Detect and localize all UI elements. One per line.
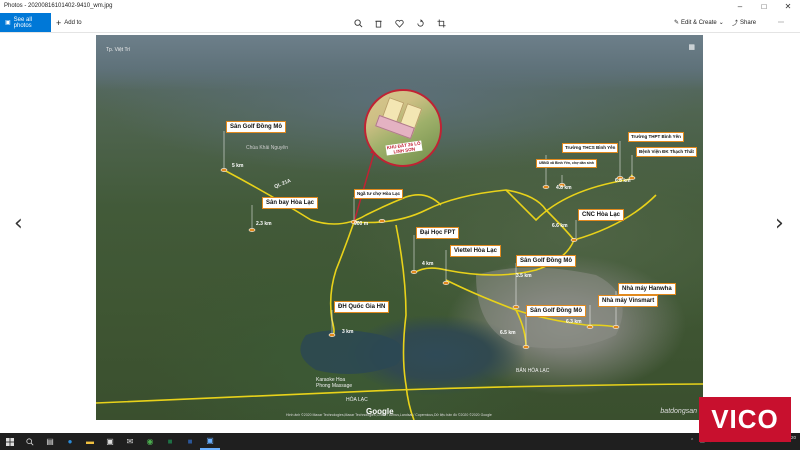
label-ubnd: UBND xã Bình Yên, chợ dân sinh (536, 159, 597, 168)
label-viettel: Viettel Hòa Lạc (450, 245, 501, 257)
window-controls: – □ ✕ (728, 0, 800, 13)
photos-icon[interactable]: ▣ (200, 433, 220, 450)
edit-create-label: Edit & Create (681, 19, 717, 26)
poi-label: Chùa Khải Nguyên (246, 145, 288, 151)
edit-icon: ✎ (674, 20, 680, 26)
explorer-icon[interactable]: ▬ (80, 433, 100, 450)
photo-viewer: ‹ › Tp. Việt Trì ▦ KHU ĐẤT 26 LÔ LINH SƠ… (0, 33, 800, 433)
share-label: Share (740, 19, 757, 26)
toolbar: ▣ See all photos + Add to ✎ Edit & Creat… (0, 13, 800, 33)
chevron-up-icon[interactable]: ⌃ (690, 438, 694, 444)
minimize-icon[interactable]: – (728, 0, 752, 13)
distance-label: 5 km (232, 163, 244, 169)
chrome-icon[interactable]: ◉ (140, 433, 160, 450)
heart-icon[interactable] (391, 15, 407, 31)
see-all-photos-label: See all photos (13, 16, 33, 29)
word-icon[interactable]: ■ (180, 433, 200, 450)
land-plot-inset: KHU ĐẤT 26 LÔ LINH SƠN (364, 89, 442, 167)
photo-image[interactable]: Tp. Việt Trì ▦ KHU ĐẤT 26 LÔ LINH SƠN Sâ… (96, 35, 703, 420)
mail-icon[interactable]: ✉ (120, 433, 140, 450)
previous-arrow-icon[interactable]: ‹ (14, 211, 23, 236)
area-label: HÒA LẠC (346, 397, 368, 403)
distance-label: 6.3 km (566, 319, 582, 325)
poi-label: Karaoke Hoa Phong Massage (316, 377, 353, 389)
label-dai-hoc-fpt: Đại Học FPT (416, 227, 460, 239)
taskview-icon[interactable]: ▤ (40, 433, 60, 450)
zoom-icon[interactable] (350, 15, 366, 31)
plus-icon: + (56, 17, 62, 28)
distance-label: 4.8 km (556, 185, 572, 191)
chevron-down-icon: ⌄ (718, 20, 724, 26)
distance-label: 3.5 km (516, 273, 532, 279)
store-icon[interactable]: ▣ (100, 433, 120, 450)
add-to-button[interactable]: + Add to (56, 13, 82, 32)
distance-label: 900 m (354, 221, 369, 227)
close-icon[interactable]: ✕ (776, 0, 800, 13)
label-nha-may-hanwha: Nhà máy Hanwha (618, 283, 676, 295)
map-credit: Hình ảnh ©2020 Maxar Technologies,Maxar … (286, 413, 492, 417)
edge-icon[interactable]: ● (60, 433, 80, 450)
label-cnc: CNC Hòa Lạc (578, 209, 625, 221)
taskbar: ▤ ● ▬ ▣ ✉ ◉ ■ ■ ▣ ⌃ ▤ ♬ ENG 8/20/2020 (0, 433, 800, 450)
land-plot-caption: KHU ĐẤT 26 LÔ LINH SƠN (385, 140, 423, 156)
distance-label: 6.6 km (552, 223, 568, 229)
maximize-icon[interactable]: □ (752, 0, 776, 13)
next-arrow-icon[interactable]: › (775, 211, 784, 236)
windows-icon[interactable] (0, 433, 20, 450)
distance-label: 6.8 km (615, 178, 631, 184)
label-truong-thcs: Trường THCS Bình Yên (562, 143, 619, 153)
distance-label: 4 km (422, 261, 434, 267)
label-san-golf-low: Sân Golf Đồng Mô (526, 305, 586, 317)
see-all-photos-button[interactable]: ▣ See all photos (0, 13, 51, 32)
distance-label: 3 km (342, 329, 354, 335)
more-icon: ⋯ (778, 20, 784, 26)
add-to-label: Add to (64, 19, 82, 26)
distance-label: 6.5 km (500, 330, 516, 336)
label-nha-may-vinsmart: Nhà máy Vinsmart (598, 295, 659, 307)
label-san-golf-mid: Sân Golf Đồng Mô (516, 255, 576, 267)
excel-icon[interactable]: ■ (160, 433, 180, 450)
vico-logo: VICO (699, 397, 791, 442)
area-label: BẢN HÒA LẠC (516, 368, 550, 374)
window-title: Photos - 20200816101402-9410_wm.jpg (4, 3, 113, 9)
title-bar: Photos - 20200816101402-9410_wm.jpg – □ … (0, 0, 800, 13)
label-dh-quoc-gia: ĐH Quốc Gia HN (334, 301, 390, 313)
crop-icon[interactable] (433, 15, 449, 31)
search-icon[interactable] (20, 433, 40, 450)
label-nga-tu: Ngã tư chợ Hòa Lạc (354, 189, 403, 199)
grid-icon: ▦ (688, 44, 695, 51)
label-truong-thpt: Trường THPT Bình Yên (628, 132, 684, 142)
share-button[interactable]: ⤴ Share (732, 13, 756, 32)
label-san-bay: Sân bay Hòa Lạc (262, 197, 319, 209)
gallery-icon: ▣ (5, 20, 11, 26)
rotate-icon[interactable] (412, 15, 428, 31)
distance-label: 2.3 km (256, 221, 272, 227)
label-benh-vien: Bệnh Viện ĐK Thạch Thất (636, 147, 697, 157)
more-button[interactable]: ⋯ (778, 13, 784, 32)
watermark-text: batdongsan (660, 408, 697, 415)
share-icon: ⤴ (732, 21, 739, 27)
edit-create-button[interactable]: ✎ Edit & Create ⌄ (674, 13, 724, 32)
label-san-golf-top: Sân Golf Đồng Mô (226, 121, 286, 133)
delete-icon[interactable] (370, 15, 386, 31)
corner-label: Tp. Việt Trì (106, 47, 131, 53)
